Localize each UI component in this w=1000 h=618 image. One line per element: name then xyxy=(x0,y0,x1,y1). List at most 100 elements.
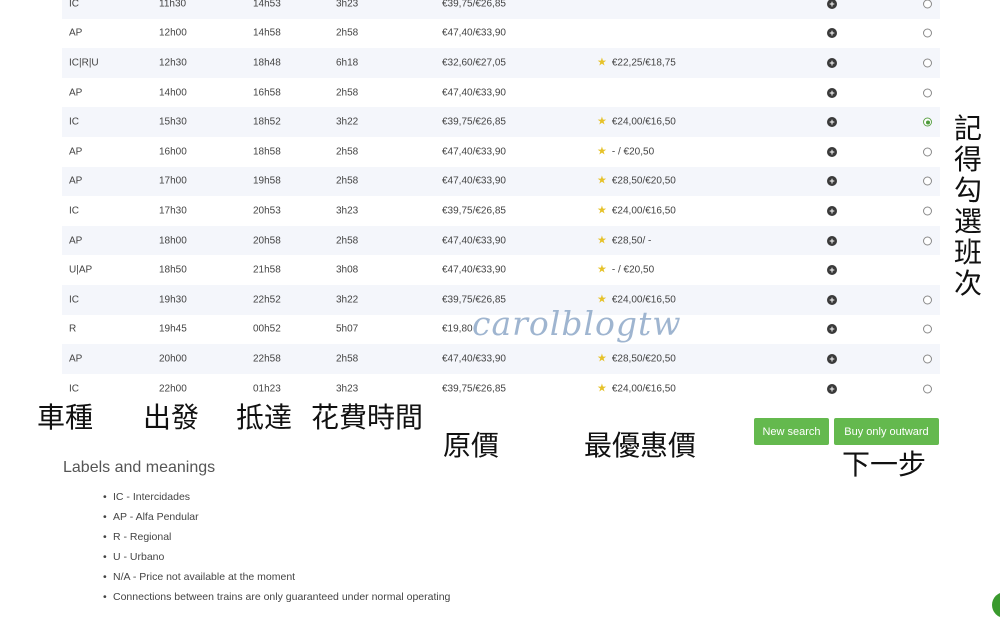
select-train-radio[interactable] xyxy=(923,206,932,216)
plus-circle-icon[interactable]: + xyxy=(827,117,837,128)
select-train-radio[interactable] xyxy=(923,324,932,334)
plus-circle-icon[interactable]: + xyxy=(827,235,837,246)
departure-cell: 18h50 xyxy=(159,264,187,276)
annotation-best-price: 最優惠價 xyxy=(584,429,697,462)
select-train-radio[interactable] xyxy=(923,354,932,364)
arrival-cell: 14h53 xyxy=(253,0,281,10)
star-icon: ★ xyxy=(597,115,607,128)
plus-circle-icon[interactable]: + xyxy=(827,383,837,394)
arrival-cell: 14h58 xyxy=(253,27,281,39)
train-type-cell: AP xyxy=(69,235,83,247)
star-icon: ★ xyxy=(597,204,607,217)
annotation-select-train: 記得勾選班次 xyxy=(953,112,982,300)
duration-cell: 6h18 xyxy=(336,57,359,69)
departure-cell: 17h00 xyxy=(159,175,187,187)
star-icon: ★ xyxy=(597,56,607,69)
duration-cell: 3h22 xyxy=(336,294,359,306)
annotation-original-price: 原價 xyxy=(443,429,500,462)
departure-cell: 18h00 xyxy=(159,235,187,247)
select-train-radio[interactable] xyxy=(923,236,932,246)
price-cell: €47,40/€33,90 xyxy=(442,146,506,158)
table-row: AP 20h00 22h58 2h58 €47,40/€33,90 ★ €28,50/€20… xyxy=(62,344,940,374)
price-cell: €47,40/€33,90 xyxy=(442,175,506,187)
duration-cell: 3h23 xyxy=(336,205,359,217)
duration-cell: 2h58 xyxy=(336,175,359,187)
price-cell: €47,40/€33,90 xyxy=(442,353,506,365)
select-train-radio[interactable] xyxy=(923,88,932,98)
plus-circle-icon[interactable]: + xyxy=(827,146,837,157)
annotation-next-step: 下一步 xyxy=(842,448,927,481)
departure-cell: 19h30 xyxy=(159,294,187,306)
price-cell: €47,40/€33,90 xyxy=(442,87,506,99)
price-cell: €47,40/€33,90 xyxy=(442,235,506,247)
plus-circle-icon[interactable]: + xyxy=(827,87,837,98)
select-train-radio[interactable] xyxy=(923,28,932,38)
arrival-cell: 19h58 xyxy=(253,175,281,187)
best-price-cell: ★ €24,00/€16,50 xyxy=(597,382,676,395)
duration-cell: 2h58 xyxy=(336,87,359,99)
new-search-button[interactable]: New search xyxy=(754,418,829,445)
plus-circle-icon[interactable]: + xyxy=(827,324,837,335)
best-price-cell: ★ €28,50/€20,50 xyxy=(597,174,676,187)
best-price-cell: ★ €28,50/ - xyxy=(597,234,652,247)
select-train-radio[interactable] xyxy=(923,58,932,68)
departure-cell: 20h00 xyxy=(159,353,187,365)
select-train-radio[interactable] xyxy=(923,0,932,9)
best-price-cell: ★ €24,00/€16,50 xyxy=(597,204,676,217)
watermark: carolblogtw xyxy=(472,304,682,343)
duration-cell: 2h58 xyxy=(336,235,359,247)
departure-cell: 16h00 xyxy=(159,146,187,158)
duration-cell: 2h58 xyxy=(336,27,359,39)
select-train-radio[interactable] xyxy=(923,117,932,127)
best-price-value: - / €20,50 xyxy=(611,146,655,158)
arrival-cell: 18h58 xyxy=(253,146,281,158)
price-cell: €32,60/€27,05 xyxy=(442,57,506,69)
corner-decoration xyxy=(992,592,1000,618)
departure-cell: 11h30 xyxy=(159,0,187,10)
table-row: U|AP 18h50 21h58 3h08 €47,40/€33,90 ★ - / €20,… xyxy=(62,255,940,285)
train-type-cell: AP xyxy=(69,175,83,187)
plus-circle-icon[interactable]: + xyxy=(827,205,837,216)
plus-circle-icon[interactable]: + xyxy=(827,265,837,276)
train-type-cell: IC xyxy=(69,205,79,217)
best-price-value: €28,50/ - xyxy=(611,235,652,247)
select-train-radio[interactable] xyxy=(923,147,932,157)
best-price-cell: ★ - / €20,50 xyxy=(597,264,654,276)
buy-outward-button[interactable]: Buy only outward xyxy=(834,418,939,445)
label-item: R - Regional xyxy=(103,530,450,550)
label-item: IC - Intercidades xyxy=(103,490,450,510)
table-row: IC 15h30 18h52 3h22 €39,75/€26,85 ★ €24,00/€16… xyxy=(62,107,940,137)
table-row: IC 22h00 01h23 3h23 €39,75/€26,85 ★ €24,00/€16… xyxy=(62,374,940,404)
labels-list: IC - Intercidades AP - Alfa Pendular R -… xyxy=(103,490,450,610)
departure-cell: 12h30 xyxy=(159,57,187,69)
plus-circle-icon[interactable]: + xyxy=(827,57,837,68)
star-icon: ★ xyxy=(597,234,607,247)
departure-cell: 14h00 xyxy=(159,87,187,99)
table-row: AP 12h00 14h58 2h58 €47,40/€33,90 + xyxy=(62,19,940,49)
best-price-cell: ★ - / €20,50 xyxy=(597,145,655,158)
plus-circle-icon[interactable]: + xyxy=(827,176,837,187)
table-row: IC 11h30 14h53 3h23 €39,75/€26,85 + xyxy=(62,0,940,19)
price-cell: €47,40/€33,90 xyxy=(442,27,506,39)
duration-cell: 3h23 xyxy=(336,383,359,395)
select-train-radio[interactable] xyxy=(923,295,932,305)
arrival-cell: 22h52 xyxy=(253,294,281,306)
star-icon: ★ xyxy=(597,352,607,365)
plus-circle-icon[interactable]: + xyxy=(827,0,837,9)
plus-circle-icon[interactable]: + xyxy=(827,353,837,364)
departure-cell: 22h00 xyxy=(159,383,187,395)
train-type-cell: AP xyxy=(69,353,83,365)
annotation-train-type: 車種 xyxy=(37,401,94,434)
star-icon: ★ xyxy=(597,174,607,187)
train-type-cell: IC xyxy=(69,294,79,306)
train-type-cell: IC xyxy=(69,0,79,10)
star-icon: ★ xyxy=(597,145,607,158)
best-price-value: €24,00/€16,50 xyxy=(611,116,676,128)
select-train-radio[interactable] xyxy=(923,176,932,186)
plus-circle-icon[interactable]: + xyxy=(827,28,837,39)
plus-circle-icon[interactable]: + xyxy=(827,294,837,305)
train-type-cell: AP xyxy=(69,27,83,39)
star-icon: ★ xyxy=(597,382,607,395)
select-train-radio[interactable] xyxy=(923,384,932,394)
train-type-cell: AP xyxy=(69,146,83,158)
